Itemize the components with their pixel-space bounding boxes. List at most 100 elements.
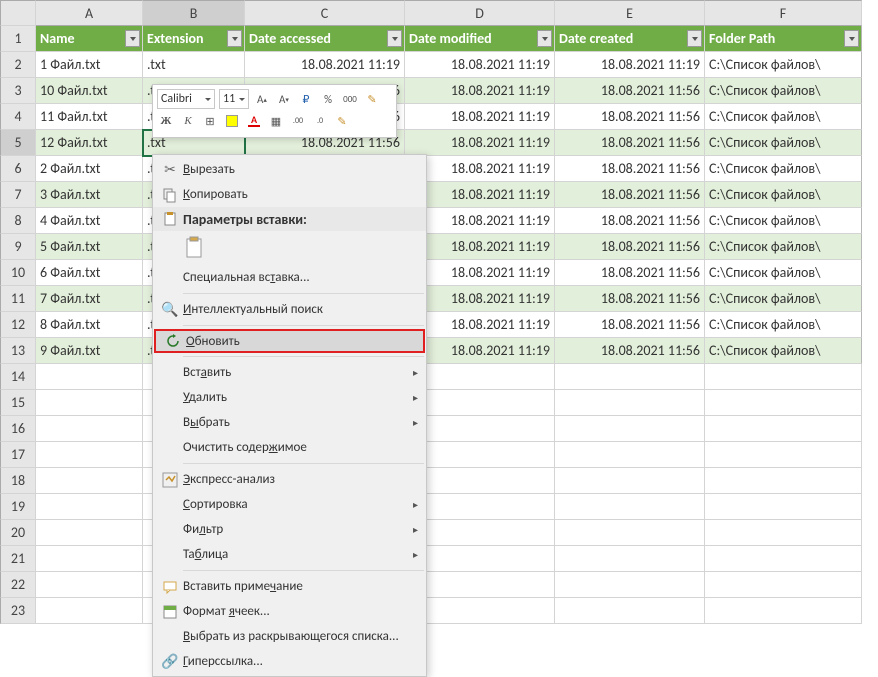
empty-cell-17-A[interactable] bbox=[36, 442, 143, 468]
empty-cell-22-F[interactable] bbox=[705, 572, 862, 598]
row-header-12[interactable]: 12 bbox=[0, 312, 36, 338]
header-folder_path[interactable]: Folder Path bbox=[705, 26, 862, 52]
data-cell-9-F[interactable]: C:\Список файлов\ bbox=[705, 234, 862, 260]
data-cell-7-D[interactable]: 18.08.2021 11:19 bbox=[405, 182, 555, 208]
column-header-A[interactable]: A bbox=[36, 0, 143, 26]
row-header-13[interactable]: 13 bbox=[0, 338, 36, 364]
empty-cell-19-D[interactable] bbox=[405, 494, 555, 520]
header-date_created[interactable]: Date created bbox=[555, 26, 705, 52]
menu-cut[interactable]: ✂ Вырезать bbox=[153, 157, 426, 182]
data-cell-7-F[interactable]: C:\Список файлов\ bbox=[705, 182, 862, 208]
row-header-18[interactable]: 18 bbox=[0, 468, 36, 494]
menu-sort[interactable]: Сортировка bbox=[153, 492, 426, 517]
empty-cell-23-E[interactable] bbox=[555, 598, 705, 624]
empty-cell-23-A[interactable] bbox=[36, 598, 143, 624]
data-cell-6-A[interactable]: 2 Файл.txt bbox=[36, 156, 143, 182]
empty-cell-16-D[interactable] bbox=[405, 416, 555, 442]
data-cell-4-E[interactable]: 18.08.2021 11:56 bbox=[555, 104, 705, 130]
data-cell-5-D[interactable]: 18.08.2021 11:19 bbox=[405, 130, 555, 156]
data-cell-10-D[interactable]: 18.08.2021 11:19 bbox=[405, 260, 555, 286]
data-cell-2-B[interactable]: .txt bbox=[143, 52, 245, 78]
empty-cell-15-E[interactable] bbox=[555, 390, 705, 416]
empty-cell-18-A[interactable] bbox=[36, 468, 143, 494]
font-color-button[interactable]: A bbox=[245, 112, 263, 130]
empty-cell-17-D[interactable] bbox=[405, 442, 555, 468]
percent-format-icon[interactable]: % bbox=[319, 90, 337, 108]
empty-cell-21-A[interactable] bbox=[36, 546, 143, 572]
menu-quick-analysis[interactable]: Экспресс-анализ bbox=[153, 467, 426, 492]
menu-smart-lookup[interactable]: 🔍 Интеллектуальный поиск bbox=[153, 297, 426, 322]
data-cell-2-D[interactable]: 18.08.2021 11:19 bbox=[405, 52, 555, 78]
data-cell-8-A[interactable]: 4 Файл.txt bbox=[36, 208, 143, 234]
menu-clear-contents[interactable]: Очистить содержимое bbox=[153, 435, 426, 460]
empty-cell-15-D[interactable] bbox=[405, 390, 555, 416]
menu-format-cells[interactable]: Формат ячеек... bbox=[153, 599, 426, 624]
header-date_accessed[interactable]: Date accessed bbox=[245, 26, 405, 52]
data-cell-11-A[interactable]: 7 Файл.txt bbox=[36, 286, 143, 312]
menu-filter[interactable]: Фильтр bbox=[153, 517, 426, 542]
data-cell-7-A[interactable]: 3 Файл.txt bbox=[36, 182, 143, 208]
data-cell-3-D[interactable]: 18.08.2021 11:19 bbox=[405, 78, 555, 104]
data-cell-6-E[interactable]: 18.08.2021 11:56 bbox=[555, 156, 705, 182]
empty-cell-18-E[interactable] bbox=[555, 468, 705, 494]
row-header-3[interactable]: 3 bbox=[0, 78, 36, 104]
row-header-7[interactable]: 7 bbox=[0, 182, 36, 208]
data-cell-7-E[interactable]: 18.08.2021 11:56 bbox=[555, 182, 705, 208]
italic-button[interactable]: К bbox=[179, 112, 197, 130]
increase-font-icon[interactable]: A▴ bbox=[253, 90, 271, 108]
data-cell-6-F[interactable]: C:\Список файлов\ bbox=[705, 156, 862, 182]
header-date_modified[interactable]: Date modified bbox=[405, 26, 555, 52]
empty-cell-16-E[interactable] bbox=[555, 416, 705, 442]
column-header-D[interactable]: D bbox=[405, 0, 555, 26]
filter-button-extension[interactable] bbox=[227, 30, 242, 47]
empty-cell-15-A[interactable] bbox=[36, 390, 143, 416]
empty-cell-20-E[interactable] bbox=[555, 520, 705, 546]
header-extension[interactable]: Extension bbox=[143, 26, 245, 52]
row-header-4[interactable]: 4 bbox=[0, 104, 36, 130]
menu-insert[interactable]: Вставить bbox=[153, 360, 426, 385]
data-cell-8-E[interactable]: 18.08.2021 11:56 bbox=[555, 208, 705, 234]
empty-cell-23-D[interactable] bbox=[405, 598, 555, 624]
row-header-6[interactable]: 6 bbox=[0, 156, 36, 182]
row-header-1[interactable]: 1 bbox=[0, 26, 36, 52]
filter-button-folder_path[interactable] bbox=[844, 30, 859, 47]
data-cell-5-F[interactable]: C:\Список файлов\ bbox=[705, 130, 862, 156]
empty-cell-15-F[interactable] bbox=[705, 390, 862, 416]
borders-button[interactable]: ⊞ bbox=[201, 112, 219, 130]
menu-table[interactable]: Таблица bbox=[153, 542, 426, 567]
data-cell-9-E[interactable]: 18.08.2021 11:56 bbox=[555, 234, 705, 260]
data-cell-11-E[interactable]: 18.08.2021 11:56 bbox=[555, 286, 705, 312]
data-cell-10-E[interactable]: 18.08.2021 11:56 bbox=[555, 260, 705, 286]
data-cell-5-E[interactable]: 18.08.2021 11:56 bbox=[555, 130, 705, 156]
data-cell-6-D[interactable]: 18.08.2021 11:19 bbox=[405, 156, 555, 182]
empty-cell-16-A[interactable] bbox=[36, 416, 143, 442]
decrease-font-icon[interactable]: A▾ bbox=[275, 90, 293, 108]
row-header-9[interactable]: 9 bbox=[0, 234, 36, 260]
menu-refresh[interactable]: Обновить bbox=[154, 329, 425, 353]
menu-delete[interactable]: Удалить bbox=[153, 385, 426, 410]
row-header-15[interactable]: 15 bbox=[0, 390, 36, 416]
data-cell-12-F[interactable]: C:\Список файлов\ bbox=[705, 312, 862, 338]
row-header-8[interactable]: 8 bbox=[0, 208, 36, 234]
menu-hyperlink[interactable]: 🔗 Гиперссылка... bbox=[153, 649, 426, 674]
data-cell-5-A[interactable]: 12 Файл.txt bbox=[36, 130, 143, 156]
data-cell-8-F[interactable]: C:\Список файлов\ bbox=[705, 208, 862, 234]
format-painter-2-icon[interactable]: ✎ bbox=[333, 112, 351, 130]
data-cell-3-A[interactable]: 10 Файл.txt bbox=[36, 78, 143, 104]
row-header-10[interactable]: 10 bbox=[0, 260, 36, 286]
font-size-combo[interactable]: 11 bbox=[219, 89, 249, 109]
row-header-23[interactable]: 23 bbox=[0, 598, 36, 624]
row-header-14[interactable]: 14 bbox=[0, 364, 36, 390]
data-cell-12-A[interactable]: 8 Файл.txt bbox=[36, 312, 143, 338]
menu-insert-comment[interactable]: Вставить примечание bbox=[153, 574, 426, 599]
empty-cell-14-F[interactable] bbox=[705, 364, 862, 390]
comma-format-icon[interactable]: 000 bbox=[341, 90, 359, 108]
row-header-20[interactable]: 20 bbox=[0, 520, 36, 546]
decrease-decimal-icon[interactable]: .0 bbox=[311, 112, 329, 130]
empty-cell-14-E[interactable] bbox=[555, 364, 705, 390]
filter-button-name[interactable] bbox=[125, 30, 140, 47]
column-header-E[interactable]: E bbox=[555, 0, 705, 26]
data-cell-2-C[interactable]: 18.08.2021 11:19 bbox=[245, 52, 405, 78]
row-header-16[interactable]: 16 bbox=[0, 416, 36, 442]
empty-cell-22-D[interactable] bbox=[405, 572, 555, 598]
